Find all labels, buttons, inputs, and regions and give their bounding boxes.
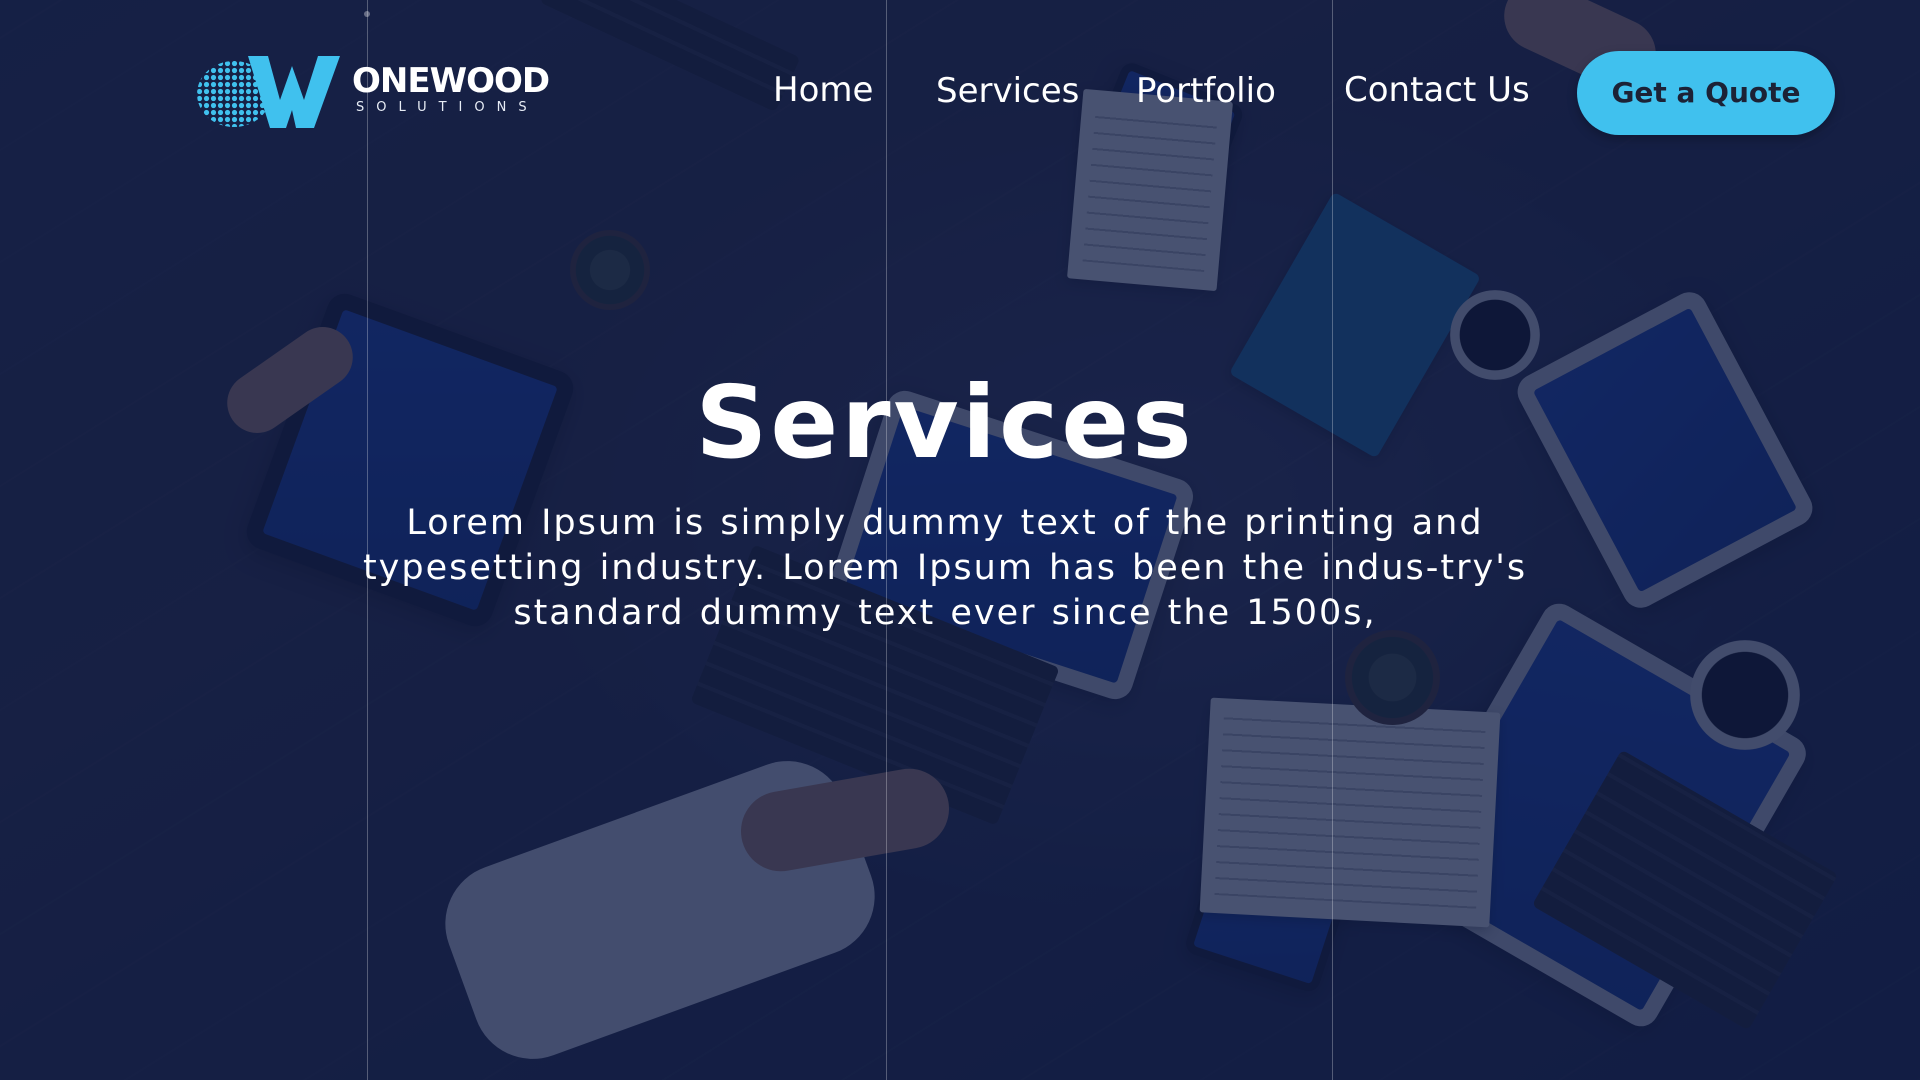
nav-link-home[interactable]: Home [773, 70, 873, 110]
nav-link-portfolio[interactable]: Portfolio [1136, 71, 1276, 111]
site-header: ONEWOOD SOLUTIONS Home Services Portfoli… [0, 0, 1920, 190]
w-letter-logo-icon [248, 56, 340, 128]
page-title: Services [695, 364, 1195, 481]
brand-tagline: SOLUTIONS [356, 100, 539, 115]
hero-description: Lorem Ipsum is simply dummy text of the … [362, 503, 1528, 633]
nav-link-services[interactable]: Services [936, 71, 1079, 111]
brand-logo[interactable]: ONEWOOD SOLUTIONS [196, 56, 550, 128]
get-a-quote-button[interactable]: Get a Quote [1577, 51, 1835, 135]
nav-link-contact-us[interactable]: Contact Us [1344, 70, 1530, 110]
brand-name: ONEWOOD [352, 61, 550, 101]
